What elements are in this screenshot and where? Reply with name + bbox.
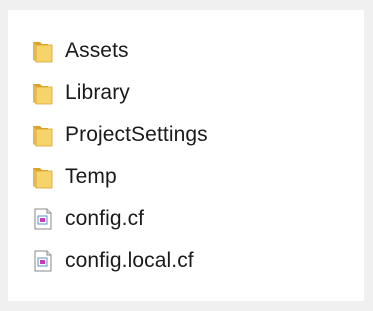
file-icon <box>34 250 52 272</box>
item-label: config.cf <box>65 207 145 230</box>
folder-icon <box>33 168 53 189</box>
item-label: Assets <box>65 39 129 62</box>
folder-icon <box>33 126 53 147</box>
item-label: ProjectSettings <box>65 123 208 146</box>
folder-icon <box>33 42 53 63</box>
file-list: Assets Library ProjectSettings Temp conf… <box>31 30 208 282</box>
list-item-library[interactable]: Library <box>31 72 208 114</box>
file-explorer-pane: Assets Library ProjectSettings Temp conf… <box>8 10 364 301</box>
list-item-assets[interactable]: Assets <box>31 30 208 72</box>
file-icon <box>34 208 52 230</box>
item-label: config.local.cf <box>65 249 194 272</box>
item-label: Library <box>65 81 130 104</box>
list-item-config-local-cf[interactable]: config.local.cf <box>31 240 208 282</box>
item-label: Temp <box>65 165 117 188</box>
folder-icon <box>33 84 53 105</box>
list-item-temp[interactable]: Temp <box>31 156 208 198</box>
list-item-config-cf[interactable]: config.cf <box>31 198 208 240</box>
list-item-projectsettings[interactable]: ProjectSettings <box>31 114 208 156</box>
